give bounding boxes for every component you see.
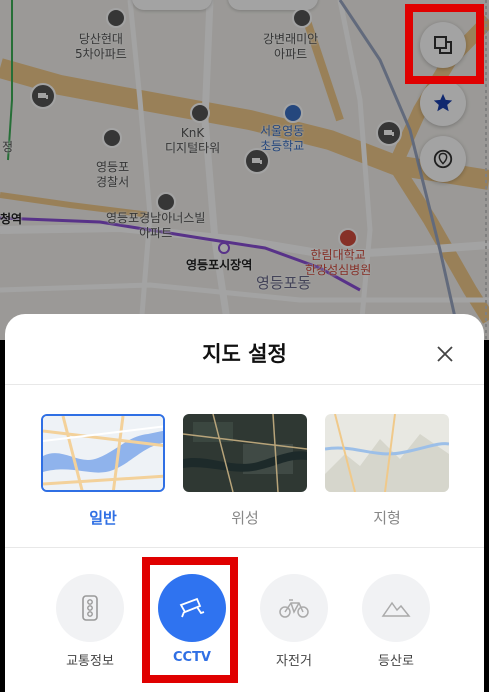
layer-cctv-button[interactable] bbox=[158, 574, 226, 642]
map-type-satellite[interactable] bbox=[183, 414, 307, 492]
building-marker bbox=[292, 8, 312, 28]
map-type-label-satellite[interactable]: 위성 bbox=[183, 507, 307, 528]
close-icon bbox=[437, 346, 453, 362]
top-bar-pill bbox=[132, 0, 212, 10]
location-pin-icon bbox=[433, 149, 453, 169]
my-location-button[interactable] bbox=[420, 136, 466, 182]
map-label-district: 영등포동 bbox=[256, 274, 312, 292]
favorites-button[interactable] bbox=[420, 80, 466, 126]
map-label-gangbyeon-apt[interactable]: 강변래미안 아파트 bbox=[263, 32, 318, 62]
map-type-normal[interactable] bbox=[41, 414, 165, 492]
map-label-edge: 정 bbox=[2, 140, 14, 154]
map-settings-sheet: 지도 설정 일반 위성 지형 교통정보 CCTV 자전거 등산로 bbox=[5, 314, 484, 692]
layer-label-bicycle[interactable]: 자전거 bbox=[244, 650, 344, 669]
map-label-dangsan-apt[interactable]: 당산현대 5차아파트 bbox=[75, 32, 127, 62]
school-marker bbox=[283, 103, 303, 123]
map-type-label-terrain[interactable]: 지형 bbox=[325, 507, 449, 528]
star-icon bbox=[433, 93, 453, 112]
layer-label-traffic[interactable]: 교통정보 bbox=[40, 650, 140, 669]
map-label-police[interactable]: 영등포 경찰서 bbox=[96, 160, 129, 190]
building-marker bbox=[106, 8, 126, 28]
close-button[interactable] bbox=[433, 342, 457, 366]
map-background bbox=[0, 0, 489, 340]
map-label-station-left[interactable]: 청역 bbox=[0, 212, 22, 227]
map-label-hospital[interactable]: 한림대학교 한강성심병원 bbox=[305, 248, 371, 278]
divider bbox=[5, 547, 484, 548]
traffic-light-icon bbox=[82, 595, 98, 621]
layer-bicycle-button[interactable] bbox=[260, 574, 328, 642]
police-marker bbox=[102, 128, 122, 148]
sheet-title: 지도 설정 bbox=[202, 342, 287, 366]
layers-icon bbox=[434, 36, 452, 54]
divider bbox=[5, 384, 484, 385]
layer-traffic-button[interactable] bbox=[56, 574, 124, 642]
map-type-terrain[interactable] bbox=[325, 414, 449, 492]
map-label-school[interactable]: 서울영동 초등학교 bbox=[260, 124, 304, 154]
map-type-label-normal[interactable]: 일반 bbox=[41, 507, 165, 528]
mountain-icon bbox=[381, 601, 411, 617]
map-label-knk[interactable]: KnK 디지털타워 bbox=[165, 126, 220, 156]
layer-label-hiking[interactable]: 등산로 bbox=[346, 650, 446, 669]
map-view[interactable]: 당산현대 5차아파트 강변래미안 아파트 KnK 디지털타워 서울영동 초등학교… bbox=[0, 0, 489, 340]
map-label-market-station[interactable]: 영등포시장역 bbox=[186, 258, 252, 273]
building-marker bbox=[190, 103, 210, 123]
cctv-marker-icon[interactable] bbox=[376, 120, 402, 146]
cctv-marker-icon[interactable] bbox=[30, 83, 56, 109]
map-layers-button[interactable] bbox=[420, 22, 466, 68]
cctv-icon bbox=[179, 597, 205, 618]
hospital-marker bbox=[338, 228, 358, 248]
bicycle-icon bbox=[279, 599, 309, 618]
building-marker bbox=[156, 192, 176, 212]
layer-label-cctv[interactable]: CCTV bbox=[142, 650, 242, 665]
layer-hiking-button[interactable] bbox=[362, 574, 430, 642]
map-label-gyeongnam-apt[interactable]: 영등포경남아너스빌 아파트 bbox=[106, 211, 205, 241]
cctv-marker-icon[interactable] bbox=[244, 148, 270, 174]
